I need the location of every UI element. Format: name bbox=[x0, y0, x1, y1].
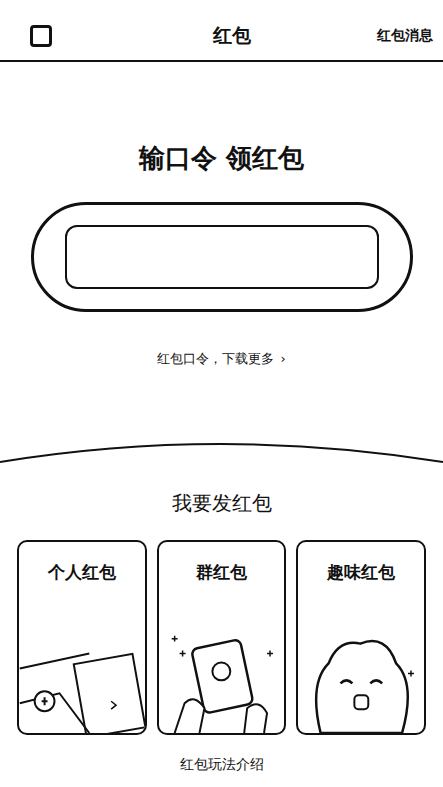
send-title: 我要发红包 bbox=[0, 490, 443, 516]
nav-title: 红包 bbox=[130, 23, 333, 49]
red-packet-page: 红包红包消息输口令 领红包红包口令，下载更多›我要发红包个人红包群红包趣味红包红… bbox=[0, 0, 443, 787]
packet-card[interactable]: 群红包 bbox=[157, 540, 287, 735]
card-row: 个人红包 群红包 趣味红包 bbox=[0, 540, 443, 735]
packet-card[interactable]: 个人红包 bbox=[17, 540, 147, 735]
download-hint[interactable]: 红包口令，下载更多› bbox=[157, 350, 285, 368]
curve-divider bbox=[0, 434, 443, 464]
hands-packet-icon bbox=[159, 584, 285, 733]
messages-link[interactable]: 红包消息 bbox=[333, 27, 433, 45]
mascot-icon bbox=[298, 584, 424, 733]
menu-square-icon[interactable] bbox=[30, 25, 52, 47]
envelope-icon bbox=[19, 584, 145, 733]
code-input[interactable] bbox=[65, 225, 379, 289]
rules-link[interactable]: 红包玩法介绍 bbox=[0, 753, 443, 775]
code-field-frame bbox=[31, 202, 413, 312]
card-title: 群红包 bbox=[196, 542, 247, 584]
nav-bar: 红包红包消息 bbox=[0, 12, 443, 62]
redeem-title: 输口令 领红包 bbox=[139, 140, 304, 176]
packet-card[interactable]: 趣味红包 bbox=[296, 540, 426, 735]
card-title: 个人红包 bbox=[48, 542, 116, 584]
card-title: 趣味红包 bbox=[327, 542, 395, 584]
arrow-icon: › bbox=[280, 350, 285, 368]
redeem-section: 输口令 领红包红包口令，下载更多› bbox=[0, 62, 443, 368]
